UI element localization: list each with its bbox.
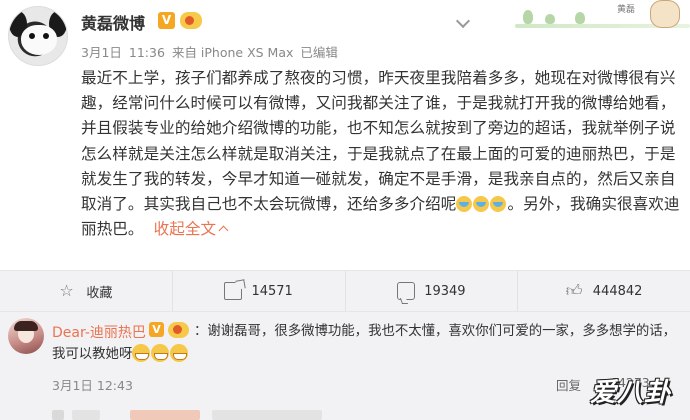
member-level-icon [180, 12, 202, 29]
weibo-post: 黄磊微博 V 黄磊 3月1日 11:36 来自 iPhone XS Max 已编辑 最… [0, 0, 690, 270]
sub-reply-preview [52, 406, 652, 420]
repost-button[interactable]: 14571 [171, 271, 345, 311]
comment-button[interactable]: 19349 [344, 271, 518, 311]
like-icon: 👍︎ [565, 281, 583, 300]
like-button[interactable]: 👍︎ 444842 [517, 271, 690, 311]
share-icon [224, 282, 243, 300]
crying-emoji-icon [456, 196, 473, 213]
crying-emoji-icon [490, 196, 507, 213]
grin-emoji-icon [151, 343, 170, 362]
post-meta: 3月1日 11:36 来自 iPhone XS Max 已编辑 [81, 42, 345, 61]
avatar-dog-eye [29, 33, 35, 39]
commenter-name[interactable]: Dear-迪丽热巴 [52, 322, 146, 342]
comment-date: 3月1日 [52, 378, 93, 393]
decoration-figure-icon [650, 0, 680, 28]
reply-button[interactable]: 回复 [556, 375, 581, 394]
chevron-down-icon[interactable] [455, 13, 471, 29]
sub-reply-placeholder [212, 410, 322, 420]
comment-body: ：谢谢磊哥，很多微博功能，我也不太懂，喜欢你们可爱的一家，多多想学的话，我可以教… [52, 321, 682, 366]
member-level-icon [168, 322, 189, 338]
decoration-tree-icon [545, 14, 555, 24]
crying-emoji-icon [473, 196, 490, 213]
grin-emoji-icon [170, 343, 189, 362]
author-name[interactable]: 黄磊微博 [81, 10, 145, 34]
sub-reply-avatar-icon [52, 410, 64, 420]
post-source: 来自 iPhone XS Max [171, 45, 294, 60]
sub-reply-placeholder [72, 410, 100, 420]
commenter-avatar[interactable] [8, 318, 44, 354]
post-date[interactable]: 3月1日 [81, 45, 122, 60]
comment-count: 19349 [424, 283, 466, 299]
like-count: 444842 [592, 283, 643, 299]
favorite-label: 收藏 [86, 285, 113, 301]
grin-emoji-icon [132, 343, 151, 362]
post-time[interactable]: 11:36 [129, 45, 165, 60]
avatar-dog-face [21, 25, 57, 55]
comment-icon [397, 282, 416, 300]
verified-badge-icon: V [149, 322, 164, 337]
collapse-label: 收起全文 [153, 220, 217, 239]
post-action-bar: ☆ 收藏 14571 19349 👍︎ 444842 [0, 270, 690, 312]
chevron-up-icon [218, 225, 229, 236]
watermark-text: 爱八卦 [590, 378, 672, 408]
decoration-tag: 黄磊 [617, 5, 636, 15]
post-edited[interactable]: 已编辑 [300, 45, 338, 60]
verified-badge-icon: V [158, 12, 175, 29]
comment-meta: 3月1日 12:43 [52, 375, 133, 394]
author-avatar[interactable] [8, 6, 68, 66]
post-body: 最近不上学，孩子们都养成了熬夜的习惯，昨天夜里我陪着多多，她现在对微博很有兴趣，… [81, 66, 681, 242]
favorite-button[interactable]: ☆ 收藏 [0, 271, 172, 311]
sub-reply-placeholder [130, 410, 200, 420]
post-text: 最近不上学，孩子们都养成了熬夜的习惯，昨天夜里我陪着多多，她现在对微博很有兴趣，… [81, 69, 676, 214]
header-decoration: 黄磊 [515, 0, 690, 32]
decoration-tree-icon [523, 10, 533, 24]
repost-count: 14571 [251, 283, 293, 299]
avatar-dog-eye [43, 33, 49, 39]
star-icon: ☆ [59, 281, 74, 300]
comment-time: 12:43 [96, 378, 133, 393]
collapse-text-link[interactable]: 收起全文 [153, 220, 229, 239]
decoration-tree-icon [575, 12, 585, 24]
site-watermark: 爱八卦 [580, 366, 680, 412]
